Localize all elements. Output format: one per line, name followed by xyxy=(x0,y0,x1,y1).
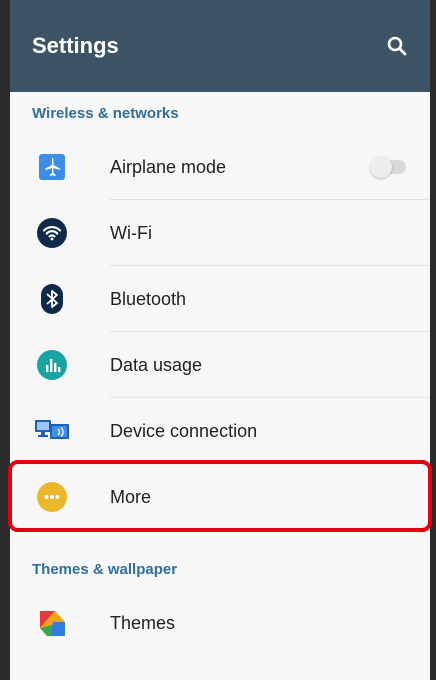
app-bar: Settings xyxy=(10,0,430,92)
wifi-icon xyxy=(37,218,67,248)
section-header-themes: Themes & wallpaper xyxy=(32,560,178,578)
settings-item-wifi[interactable]: Wi-Fi xyxy=(10,200,430,266)
settings-item-data-usage[interactable]: Data usage xyxy=(10,332,430,398)
data-usage-icon xyxy=(37,350,67,380)
device-bezel-right xyxy=(430,0,436,680)
phone-frame: Settings Wireless & networks Airplane mo… xyxy=(0,0,436,680)
settings-item-label: Wi-Fi xyxy=(110,222,152,243)
search-button[interactable] xyxy=(382,31,412,61)
search-icon xyxy=(387,36,407,56)
settings-item-themes[interactable]: Themes xyxy=(10,590,430,656)
settings-item-airplane-mode[interactable]: Airplane mode xyxy=(10,134,430,200)
settings-item-more[interactable]: More xyxy=(10,464,430,530)
toggle-knob xyxy=(370,156,392,178)
settings-screen: Settings Wireless & networks Airplane mo… xyxy=(10,0,430,680)
settings-item-bluetooth[interactable]: Bluetooth xyxy=(10,266,430,332)
settings-item-label: Airplane mode xyxy=(110,156,227,177)
settings-item-label: Data usage xyxy=(110,354,203,375)
more-icon xyxy=(37,482,67,512)
airplane-icon xyxy=(39,154,65,180)
settings-item-label: Themes xyxy=(110,612,176,633)
device-bezel-left xyxy=(0,0,10,680)
settings-item-label: Device connection xyxy=(110,420,258,441)
bluetooth-icon xyxy=(41,284,63,314)
settings-item-label: Bluetooth xyxy=(110,288,187,309)
device-connection-icon xyxy=(35,420,69,439)
settings-item-label: More xyxy=(110,486,152,507)
section-header-wireless: Wireless & networks xyxy=(32,104,179,122)
themes-icon xyxy=(40,611,65,636)
airplane-mode-toggle[interactable] xyxy=(370,156,406,178)
settings-item-device-connection[interactable]: Device connection xyxy=(10,398,430,464)
page-title: Settings xyxy=(32,33,119,58)
